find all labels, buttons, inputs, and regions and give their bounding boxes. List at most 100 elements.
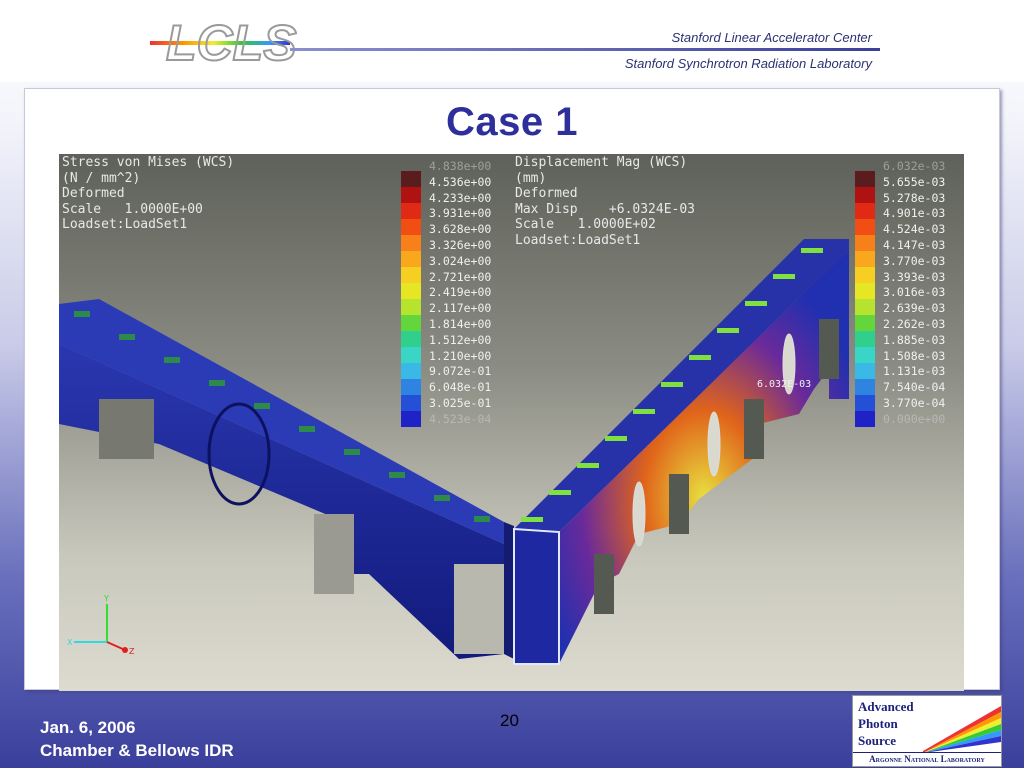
stress-legend-value: 6.048e-01 [429,380,492,395]
displacement-legend-values: 6.032e-03 5.655e-03 5.278e-03 4.901e-03 4.52… [883,159,945,428]
stress-info-line: (N / mm^2) [62,170,141,186]
displacement-color-swatch [855,251,875,267]
stress-legend-value: 4.536e+00 [429,174,492,189]
aps-lab-name: Argonne National Laboratory [853,752,1001,766]
displacement-color-swatch [855,171,875,187]
stress-color-swatch [401,283,421,299]
displacement-color-swatch [855,363,875,379]
stress-color-swatch [401,411,421,427]
stress-color-swatch [401,219,421,235]
stress-color-swatch [401,203,421,219]
svg-text:Z: Z [129,647,135,656]
svg-text:LCLS: LCLS [166,15,297,70]
displacement-color-swatch [855,283,875,299]
displacement-color-swatch [855,187,875,203]
displacement-legend-value: 4.524e-03 [883,222,946,237]
displacement-color-swatch [855,219,875,235]
header-divider [290,48,880,51]
stress-color-swatch [401,395,421,411]
displacement-info-line: Max Disp +6.0324E-03 [515,201,696,217]
svg-text:Y: Y [103,594,109,603]
stress-legend-value: 4.233e+00 [429,190,492,205]
stress-info-block: Stress von Mises (WCS) (N / mm^2) Deform… [62,155,234,233]
org-name-ssrl: Stanford Synchrotron Radiation Laborator… [624,56,872,71]
stress-info-line: Scale 1.0000E+00 [62,201,203,217]
stress-legend-value: 2.721e+00 [429,269,492,284]
displacement-legend-value: 5.655e-03 [883,174,946,189]
stress-legend-value: 3.024e+00 [429,253,492,268]
displacement-color-swatch [855,395,875,411]
stress-info-line: Deformed [62,186,125,201]
stress-color-swatch [401,251,421,267]
displacement-legend-value: 1.131e-03 [883,364,946,379]
footer-event: Chamber & Bellows IDR [40,741,234,760]
stress-legend-value: 1.512e+00 [429,332,492,347]
displacement-color-swatch [855,267,875,283]
fea-result-image: Y X Z Stress von Mises (WCS) (N / mm^2) … [59,154,964,691]
displacement-legend-value: 4.901e-03 [883,206,946,221]
displacement-legend-value: 7.540e-04 [883,380,946,395]
displacement-legend-value: 1.508e-03 [883,348,946,363]
displacement-color-swatch [855,299,875,315]
displacement-color-scale [855,171,875,427]
stress-legend-value: 4.838e+00 [429,159,492,173]
stress-color-swatch [401,235,421,251]
displacement-info-line: Loadset:LoadSet1 [515,232,641,248]
displacement-legend-value: 3.393e-03 [883,269,946,284]
stress-color-swatch [401,187,421,203]
displacement-beam-model [513,239,849,665]
displacement-legend-value: 3.770e-04 [883,395,946,410]
aps-line: Photon [858,716,898,731]
stress-legend-value: 3.931e+00 [429,206,492,221]
displacement-color-swatch [855,331,875,347]
displacement-legend-value: 4.147e-03 [883,237,946,252]
stress-legend-value: 9.072e-01 [429,364,492,379]
displacement-info-line: Displacement Mag (WCS) [515,155,688,170]
stress-legend-value: 3.025e-01 [429,395,492,410]
slide-title: Case 1 [446,100,578,144]
coordinate-triad: Y X Z [67,594,135,656]
stress-info-line: Loadset:LoadSet1 [62,217,188,232]
aps-line: Advanced [858,699,914,714]
stress-color-swatch [401,267,421,283]
stress-color-swatch [401,171,421,187]
page-number: 20 [500,711,519,730]
displacement-color-swatch [855,347,875,363]
displacement-legend-value: 1.885e-03 [883,332,946,347]
stress-legend-value: 2.419e+00 [429,285,492,300]
lcls-logo: LCLS [150,14,298,70]
stress-color-swatch [401,363,421,379]
stress-color-swatch [401,379,421,395]
stress-color-swatch [401,331,421,347]
displacement-legend-value: 6.032e-03 [883,159,946,173]
displacement-legend-value: 3.770e-03 [883,253,946,268]
displacement-info-block: Displacement Mag (WCS) (mm) Deformed Max… [515,155,695,248]
displacement-color-swatch [855,235,875,251]
displacement-legend-value: 2.262e-03 [883,316,946,331]
fea-model-drawing: Y X Z [59,239,849,665]
stress-color-swatch [401,315,421,331]
displacement-legend-value: 3.016e-03 [883,285,946,300]
header-bar: LCLS Stanford Linear Accelerator Center … [0,0,1024,82]
displacement-color-swatch [855,315,875,331]
displacement-legend-value: 5.278e-03 [883,190,946,205]
max-displacement-marker: 6.032E-03 [757,379,812,390]
aps-logo: Advanced Photon Source Argonne National … [852,695,1002,767]
stress-legend-value: 3.628e+00 [429,222,492,237]
displacement-legend-value: 2.639e-03 [883,301,946,316]
displacement-info-line: (mm) [515,170,547,186]
stress-legend-value: 3.326e+00 [429,237,492,252]
stress-legend-values: 4.838e+00 4.536e+00 4.233e+00 3.931e+00 3.62… [429,159,491,428]
svg-text:X: X [67,638,73,647]
stress-color-scale [401,171,421,427]
stress-info-line: Stress von Mises (WCS) [62,155,235,170]
displacement-legend-value: 0.000e+00 [883,411,946,426]
stress-legend-value: 1.210e+00 [429,348,492,363]
stress-legend-value: 2.117e+00 [429,301,492,316]
displacement-info-line: Deformed [515,186,578,201]
stress-legend-value: 4.523e-04 [429,411,492,426]
displacement-color-swatch [855,379,875,395]
stress-legend-value: 1.814e+00 [429,316,492,331]
displacement-info-line: Scale 1.0000E+02 [515,217,656,232]
displacement-color-swatch [855,203,875,219]
